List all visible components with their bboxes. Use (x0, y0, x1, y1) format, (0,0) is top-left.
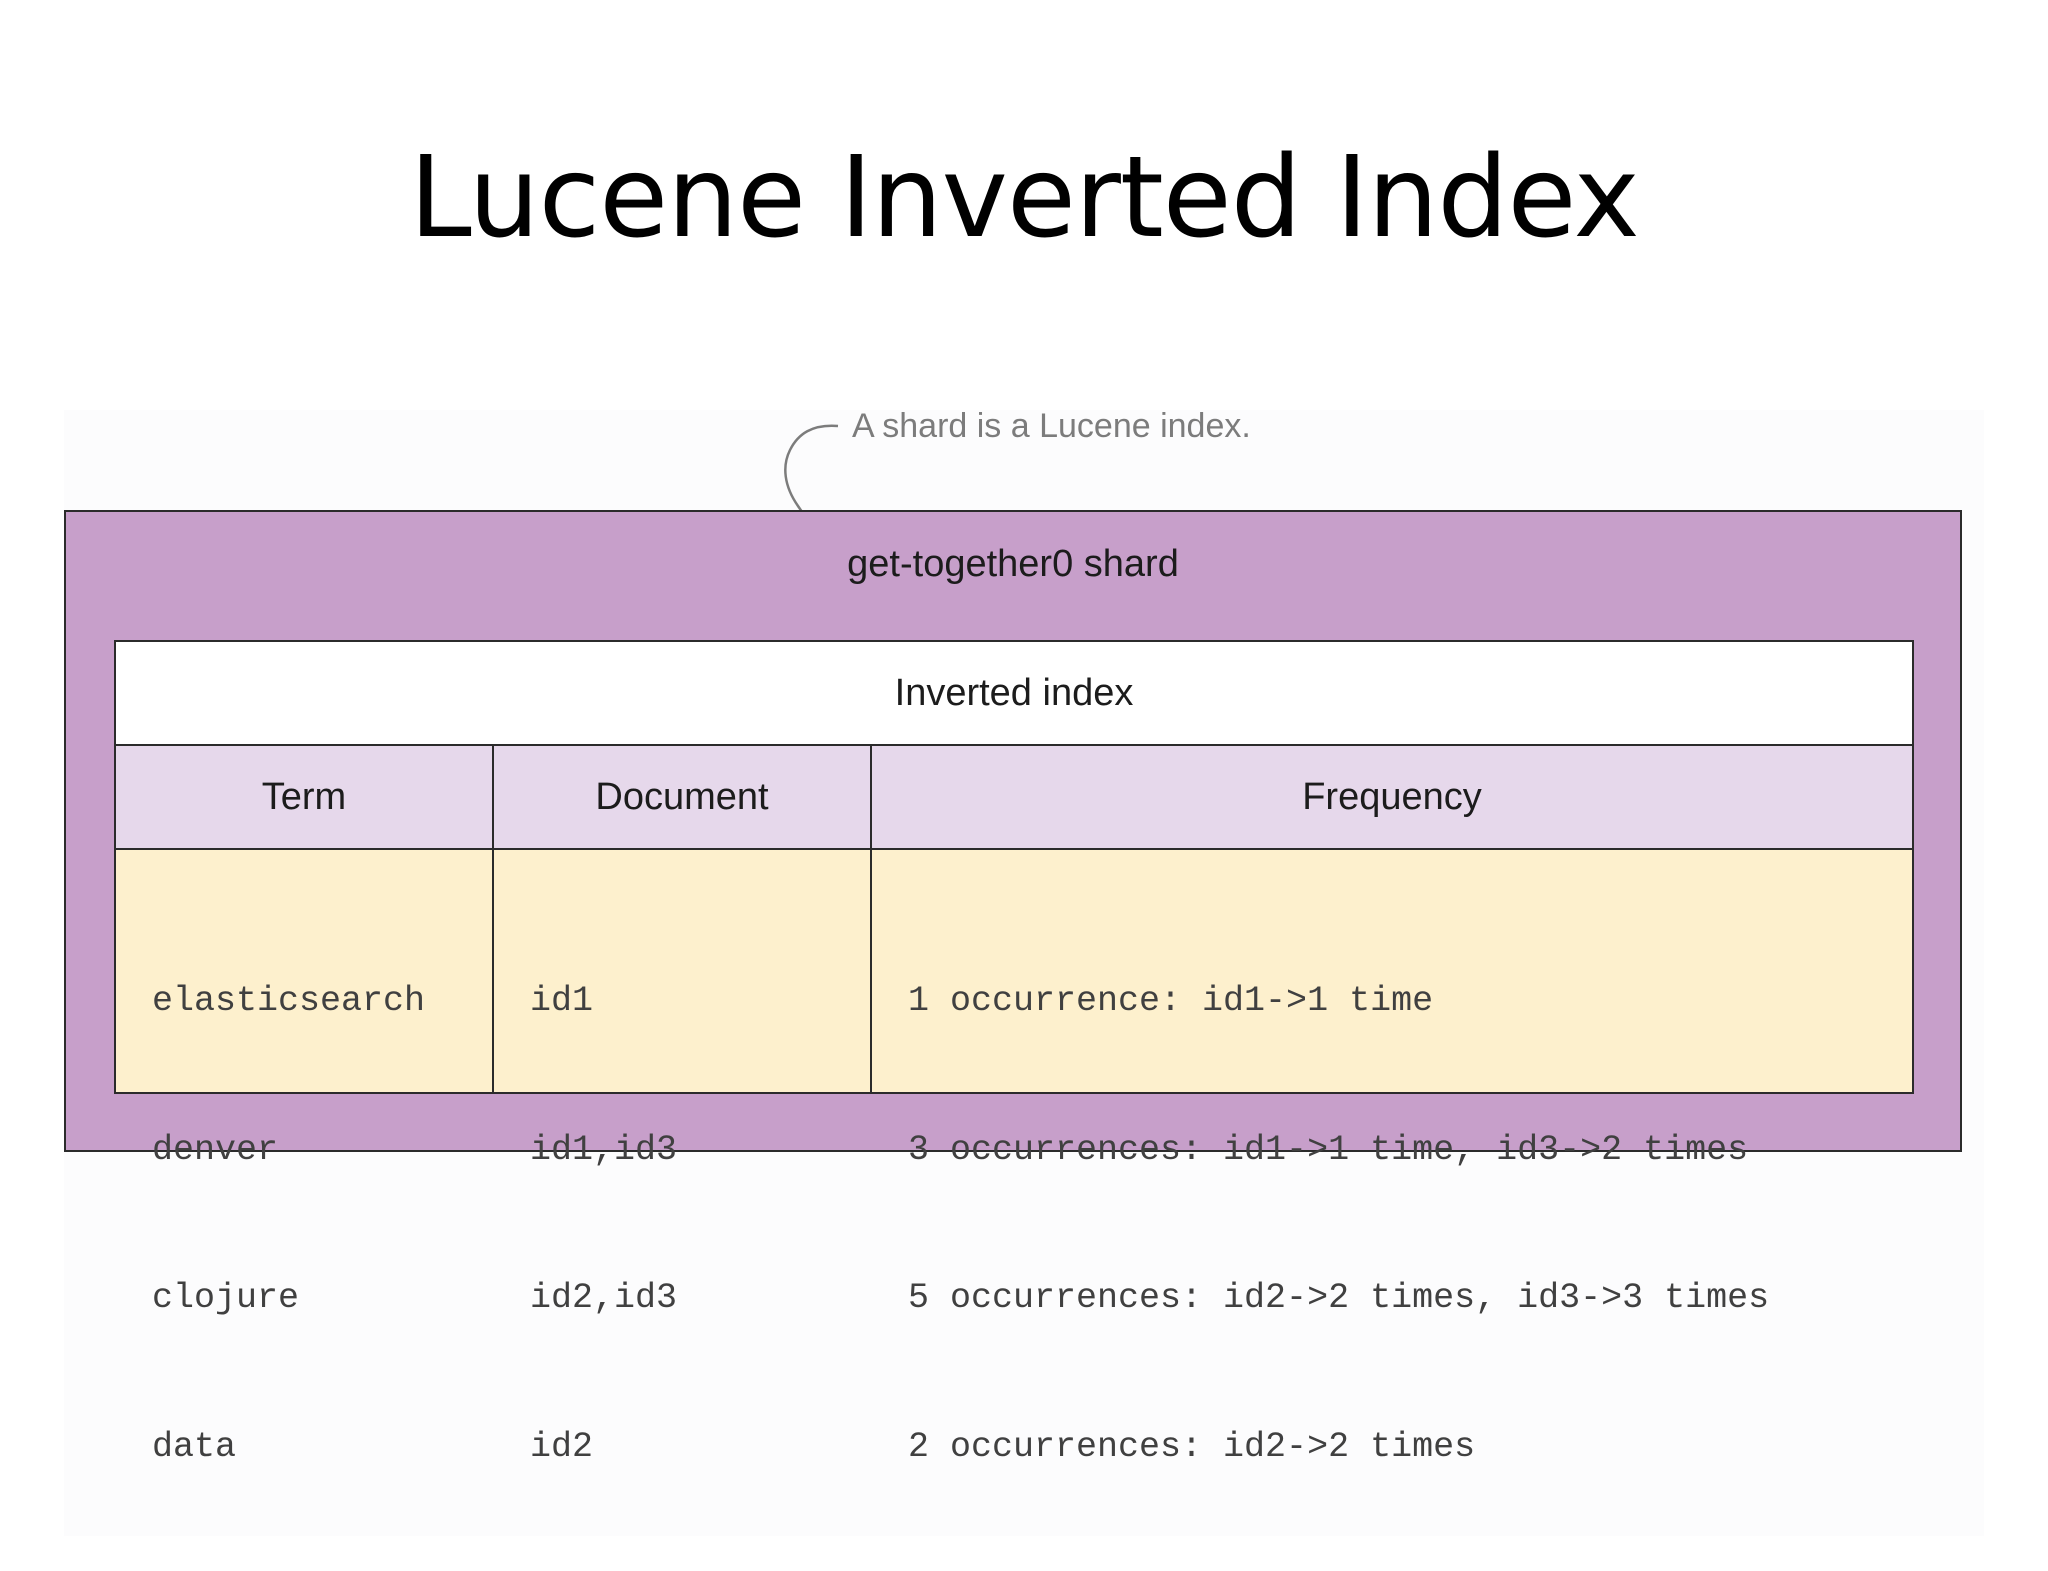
inverted-index-table: Inverted index Term Document Frequency e… (114, 640, 1914, 1467)
document-cell: id2 (530, 1426, 594, 1467)
document-cell: id2,id3 (530, 1278, 678, 1318)
term-column: elasticsearch denver clojure data (116, 850, 494, 1467)
header-term: Term (116, 746, 494, 848)
frequency-column: 1 occurrence: id1->1 time 3 occurrences:… (872, 850, 1912, 1467)
callout-text: A shard is a Lucene index. (852, 407, 1251, 445)
shard-box: get-together0 shard Inverted index Term … (64, 510, 1962, 1467)
frequency-cell: 1 occurrence: id1->1 time (908, 981, 1434, 1021)
inverted-index-title: Inverted index (116, 642, 1912, 746)
frequency-cell: 2 occurrences: id2->2 times (908, 1426, 1476, 1467)
table-header-row: Term Document Frequency (116, 746, 1912, 850)
term-cell: clojure (152, 1278, 300, 1318)
term-cell: data (152, 1426, 237, 1467)
document-cell: id1,id3 (530, 1129, 678, 1170)
table-body-row: elasticsearch denver clojure data id1 id… (116, 850, 1912, 1467)
document-cell: id1 (530, 981, 594, 1021)
shard-label: get-together0 shard (847, 543, 1179, 585)
term-cell: elasticsearch (152, 981, 426, 1021)
frequency-cell: 5 occurrences: id2->2 times, id3->3 time… (908, 1278, 1770, 1318)
header-document: Document (494, 746, 872, 848)
frequency-cell: 3 occurrences: id1->1 time, id3->2 times (908, 1129, 1749, 1170)
header-frequency: Frequency (1302, 776, 1482, 818)
document-column: id1 id1,id3 id2,id3 id2 (494, 850, 872, 1467)
slide-title: Lucene Inverted Index (409, 133, 1639, 263)
term-cell: denver (152, 1129, 279, 1170)
